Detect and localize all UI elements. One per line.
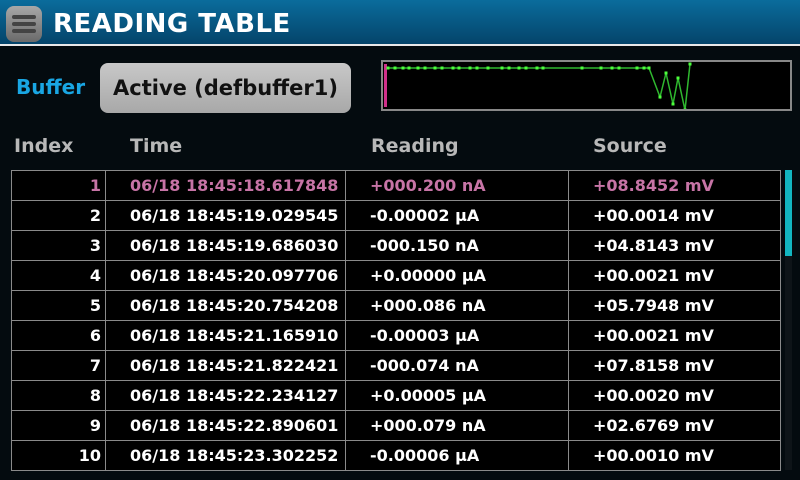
sparkline-point: [393, 66, 397, 70]
page-title: READING TABLE: [53, 9, 291, 39]
cell-source: +08.8452 mV: [568, 170, 781, 201]
sparkline-point: [386, 66, 390, 70]
cell-index: 1: [11, 170, 106, 201]
sparkline-point: [658, 95, 662, 99]
cell-reading: -0.00006 μA: [345, 440, 569, 471]
table-row[interactable]: 4 06/18 18:45:20.097706 +0.00000 μA +00.002…: [11, 260, 781, 291]
column-header-time[interactable]: Time: [130, 135, 182, 157]
reading-table: 1 06/18 18:45:18.617848 +000.200 nA +08.845…: [11, 170, 781, 471]
sparkline-point: [535, 66, 539, 70]
sparkline-point: [599, 66, 603, 70]
sparkline-graph: [384, 62, 692, 112]
cell-time: 06/18 18:45:22.234127: [105, 380, 346, 411]
cell-reading: +0.00005 μA: [345, 380, 569, 411]
cell-reading: -0.00003 μA: [345, 320, 569, 351]
table-row[interactable]: 3 06/18 18:45:19.686030 -000.150 nA +04.814…: [11, 230, 781, 261]
sparkline-point: [500, 66, 504, 70]
cell-index: 5: [11, 290, 106, 321]
cell-reading: +000.200 nA: [345, 170, 569, 201]
buffer-select-button[interactable]: Active (defbuffer1): [100, 63, 351, 113]
cell-source: +04.8143 mV: [568, 230, 781, 261]
sparkline-point: [642, 66, 646, 70]
cell-time: 06/18 18:45:20.754208: [105, 290, 346, 321]
cell-time: 06/18 18:45:19.029545: [105, 200, 346, 231]
cell-reading: -000.074 nA: [345, 350, 569, 381]
cell-reading: +000.079 nA: [345, 410, 569, 441]
hamburger-menu-icon[interactable]: [6, 6, 42, 42]
cell-index: 10: [11, 440, 106, 471]
table-row[interactable]: 2 06/18 18:45:19.029545 -0.00002 μA +00.001…: [11, 200, 781, 231]
cell-source: +07.8158 mV: [568, 350, 781, 381]
sparkline-point: [671, 102, 675, 106]
sparkline-point: [517, 66, 521, 70]
table-row[interactable]: 10 06/18 18:45:23.302252 -0.00006 μA +00.00…: [11, 440, 781, 471]
sparkline-point: [468, 66, 472, 70]
sparkline-point: [635, 66, 639, 70]
sparkline-point: [407, 66, 411, 70]
sparkline-point: [647, 66, 651, 70]
sparkline-point: [580, 66, 584, 70]
cell-source: +00.0021 mV: [568, 260, 781, 291]
sparkline-point: [610, 66, 614, 70]
sparkline-point: [507, 66, 511, 70]
reading-sparkline[interactable]: [381, 60, 792, 112]
cell-index: 8: [11, 380, 106, 411]
column-header-reading[interactable]: Reading: [371, 135, 459, 157]
title-bar: READING TABLE: [0, 0, 800, 46]
table-row[interactable]: 5 06/18 18:45:20.754208 +000.086 nA +05.794…: [11, 290, 781, 321]
column-header-source[interactable]: Source: [593, 135, 667, 157]
cell-index: 4: [11, 260, 106, 291]
sparkline-point: [486, 66, 490, 70]
sparkline-point: [617, 66, 621, 70]
sparkline-point: [676, 76, 680, 80]
cell-reading: -000.150 nA: [345, 230, 569, 261]
cell-time: 06/18 18:45:21.822421: [105, 350, 346, 381]
table-row[interactable]: 7 06/18 18:45:21.822421 -000.074 nA +07.815…: [11, 350, 781, 381]
cell-time: 06/18 18:45:21.165910: [105, 320, 346, 351]
sparkline-point: [451, 66, 455, 70]
cell-source: +00.0014 mV: [568, 200, 781, 231]
cell-index: 6: [11, 320, 106, 351]
cell-time: 06/18 18:45:20.097706: [105, 260, 346, 291]
cell-source: +00.0020 mV: [568, 380, 781, 411]
cell-reading: +000.086 nA: [345, 290, 569, 321]
cell-time: 06/18 18:45:19.686030: [105, 230, 346, 261]
sparkline-point: [416, 66, 420, 70]
cell-time: 06/18 18:45:18.617848: [105, 170, 346, 201]
table-row[interactable]: 9 06/18 18:45:22.890601 +000.079 nA +02.676…: [11, 410, 781, 441]
cell-reading: +0.00000 μA: [345, 260, 569, 291]
sparkline-point: [440, 66, 444, 70]
sparkline-point: [457, 66, 461, 70]
cell-index: 7: [11, 350, 106, 381]
cell-source: +00.0010 mV: [568, 440, 781, 471]
reading-trace: [388, 63, 691, 111]
cursor-marker: [384, 64, 387, 107]
sparkline-point: [401, 66, 405, 70]
cell-source: +02.6769 mV: [568, 410, 781, 441]
sparkline-point: [475, 66, 479, 70]
sparkline-point: [683, 108, 687, 112]
cell-index: 2: [11, 200, 106, 231]
cell-source: +00.0021 mV: [568, 320, 781, 351]
column-header-index[interactable]: Index: [14, 135, 73, 157]
sparkline-point: [433, 66, 437, 70]
scrollbar-thumb[interactable]: [785, 170, 792, 256]
cell-time: 06/18 18:45:22.890601: [105, 410, 346, 441]
buffer-label: Buffer: [16, 75, 86, 99]
sparkline-point: [524, 66, 528, 70]
cell-reading: -0.00002 μA: [345, 200, 569, 231]
table-row[interactable]: 8 06/18 18:45:22.234127 +0.00005 μA +00.002…: [11, 380, 781, 411]
sparkline-point: [688, 62, 692, 66]
table-row[interactable]: 6 06/18 18:45:21.165910 -0.00003 μA +00.002…: [11, 320, 781, 351]
sparkline-point: [664, 71, 668, 75]
sparkline-point: [541, 66, 545, 70]
cell-time: 06/18 18:45:23.302252: [105, 440, 346, 471]
cell-source: +05.7948 mV: [568, 290, 781, 321]
sparkline-point: [423, 66, 427, 70]
cell-index: 9: [11, 410, 106, 441]
table-row[interactable]: 1 06/18 18:45:18.617848 +000.200 nA +08.845…: [11, 170, 781, 201]
cell-index: 3: [11, 230, 106, 261]
